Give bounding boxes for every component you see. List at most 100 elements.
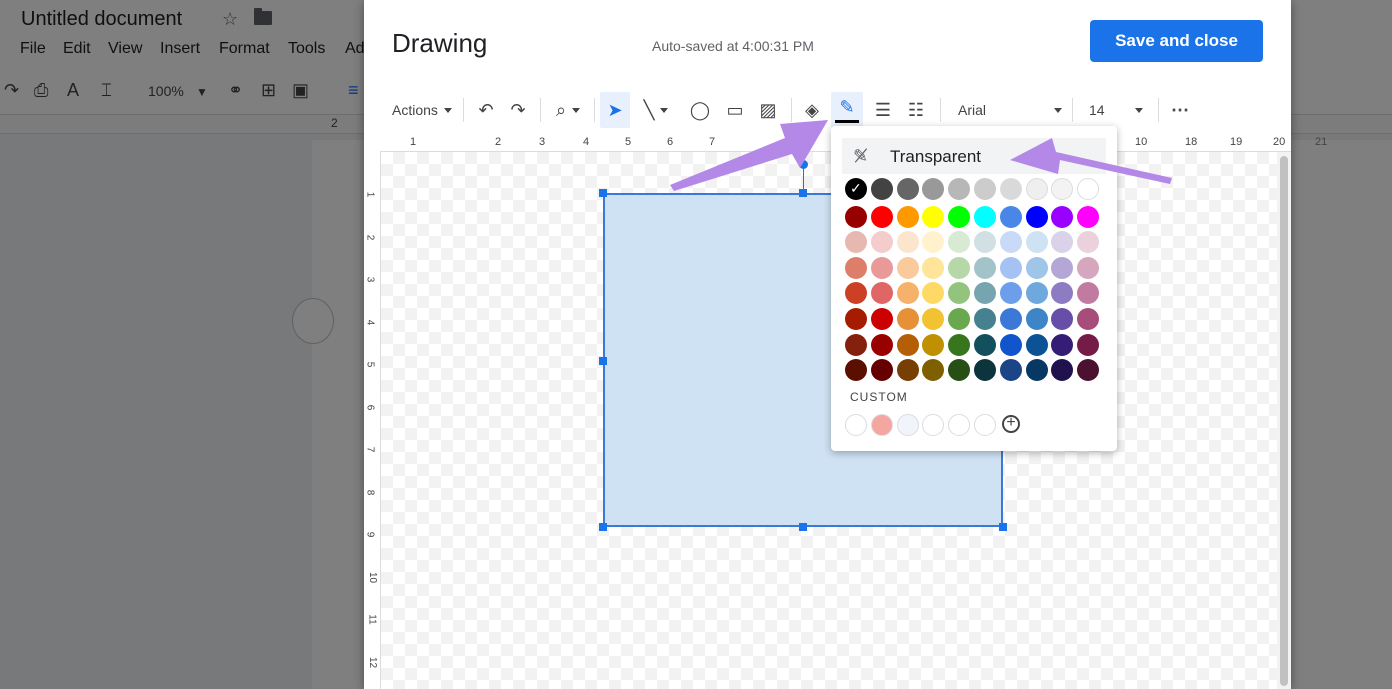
color-swatch[interactable] <box>896 359 919 382</box>
resize-handle-bottom[interactable] <box>799 523 807 531</box>
color-swatch[interactable] <box>870 333 893 356</box>
color-swatch[interactable] <box>948 231 971 254</box>
undo-icon[interactable]: ↶ <box>472 92 500 128</box>
color-swatch[interactable] <box>922 256 945 279</box>
color-swatch[interactable] <box>896 333 919 356</box>
color-swatch[interactable] <box>896 256 919 279</box>
color-swatch[interactable] <box>1077 178 1100 200</box>
color-swatch[interactable] <box>1051 205 1074 228</box>
color-swatch[interactable] <box>922 205 945 228</box>
color-swatch[interactable] <box>948 282 971 305</box>
custom-color-swatch[interactable] <box>845 414 867 436</box>
color-swatch[interactable] <box>922 282 945 305</box>
color-swatch[interactable] <box>896 282 919 305</box>
color-swatch[interactable] <box>1051 178 1074 200</box>
color-swatch[interactable] <box>1025 256 1048 279</box>
color-swatch[interactable] <box>1025 178 1048 200</box>
color-swatch[interactable] <box>870 231 893 254</box>
actions-menu[interactable]: Actions <box>392 92 456 128</box>
color-swatch[interactable] <box>1077 333 1100 356</box>
color-swatch[interactable] <box>999 256 1022 279</box>
color-swatch[interactable] <box>1025 231 1048 254</box>
color-swatch[interactable] <box>845 308 867 330</box>
color-swatch[interactable] <box>1051 308 1074 330</box>
border-dash-icon[interactable]: ☷ <box>902 92 930 128</box>
color-swatch[interactable] <box>974 333 996 356</box>
color-swatch[interactable] <box>974 178 996 200</box>
color-swatch[interactable] <box>948 178 971 200</box>
color-swatch[interactable] <box>948 205 971 228</box>
color-swatch[interactable] <box>1051 359 1074 382</box>
color-swatch[interactable] <box>974 256 996 279</box>
shape-tool-icon[interactable]: ◯ <box>686 92 714 128</box>
color-swatch[interactable] <box>999 359 1022 382</box>
color-swatch[interactable] <box>948 333 971 356</box>
color-swatch[interactable] <box>999 205 1022 228</box>
color-swatch[interactable] <box>1077 359 1100 382</box>
color-swatch[interactable] <box>896 308 919 330</box>
color-swatch[interactable] <box>1077 308 1100 330</box>
fill-color-icon[interactable]: ◈ <box>798 92 826 128</box>
color-swatch[interactable] <box>845 231 867 254</box>
rotation-handle[interactable] <box>799 160 808 169</box>
color-swatch[interactable] <box>1077 282 1100 305</box>
color-swatch[interactable] <box>1051 333 1074 356</box>
color-swatch[interactable] <box>974 231 996 254</box>
color-swatch[interactable] <box>999 333 1022 356</box>
color-swatch[interactable] <box>845 205 867 228</box>
color-swatch[interactable] <box>870 308 893 330</box>
border-color-icon[interactable]: ✎ <box>831 92 863 128</box>
color-swatch[interactable] <box>999 178 1022 200</box>
custom-color-swatch[interactable] <box>922 414 945 436</box>
color-swatch[interactable] <box>974 282 996 305</box>
color-swatch[interactable] <box>999 282 1022 305</box>
custom-color-swatch[interactable] <box>948 414 971 436</box>
font-size-select[interactable]: 14 <box>1089 92 1149 128</box>
resize-handle-left[interactable] <box>599 357 607 365</box>
transparent-option[interactable]: ✎̸ Transparent <box>842 138 1106 174</box>
text-box-icon[interactable]: ▭ <box>721 92 749 128</box>
custom-color-swatch[interactable] <box>870 414 893 436</box>
color-swatch[interactable] <box>1051 282 1074 305</box>
resize-handle-top[interactable] <box>799 189 807 197</box>
color-swatch[interactable] <box>845 359 867 382</box>
vertical-scrollbar[interactable] <box>1277 152 1291 689</box>
color-swatch[interactable] <box>870 178 893 200</box>
line-tool-icon[interactable]: ╲ <box>636 92 676 128</box>
color-swatch[interactable] <box>870 256 893 279</box>
color-swatch[interactable] <box>1051 231 1074 254</box>
save-and-close-button[interactable]: Save and close <box>1090 20 1263 62</box>
scrollbar-thumb[interactable] <box>1280 156 1288 686</box>
color-swatch[interactable] <box>974 205 996 228</box>
color-swatch[interactable] <box>948 256 971 279</box>
color-swatch[interactable] <box>1025 359 1048 382</box>
color-swatch[interactable] <box>948 308 971 330</box>
color-swatch[interactable] <box>1025 205 1048 228</box>
color-swatch[interactable] <box>896 231 919 254</box>
color-swatch[interactable] <box>845 333 867 356</box>
color-swatch[interactable] <box>1077 256 1100 279</box>
font-select[interactable]: Arial <box>958 92 1068 128</box>
color-swatch[interactable]: ✓ <box>845 178 867 200</box>
image-icon[interactable]: ▨ <box>754 92 782 128</box>
color-swatch[interactable] <box>974 359 996 382</box>
color-swatch[interactable] <box>1051 256 1074 279</box>
color-swatch[interactable] <box>870 282 893 305</box>
resize-handle-top-left[interactable] <box>599 189 607 197</box>
border-weight-icon[interactable]: ☰ <box>869 92 897 128</box>
color-swatch[interactable] <box>922 333 945 356</box>
select-tool-icon[interactable]: ➤ <box>600 92 630 128</box>
color-swatch[interactable] <box>870 359 893 382</box>
color-swatch[interactable] <box>896 178 919 200</box>
color-swatch[interactable] <box>999 231 1022 254</box>
resize-handle-bottom-left[interactable] <box>599 523 607 531</box>
more-options-icon[interactable]: ⋯ <box>1166 92 1194 128</box>
color-swatch[interactable] <box>1025 282 1048 305</box>
resize-handle-bottom-right[interactable] <box>999 523 1007 531</box>
color-swatch[interactable] <box>870 205 893 228</box>
color-swatch[interactable] <box>1025 308 1048 330</box>
color-swatch[interactable] <box>922 178 945 200</box>
color-swatch[interactable] <box>896 205 919 228</box>
zoom-icon[interactable]: ⌕ <box>548 92 588 128</box>
color-swatch[interactable] <box>922 231 945 254</box>
